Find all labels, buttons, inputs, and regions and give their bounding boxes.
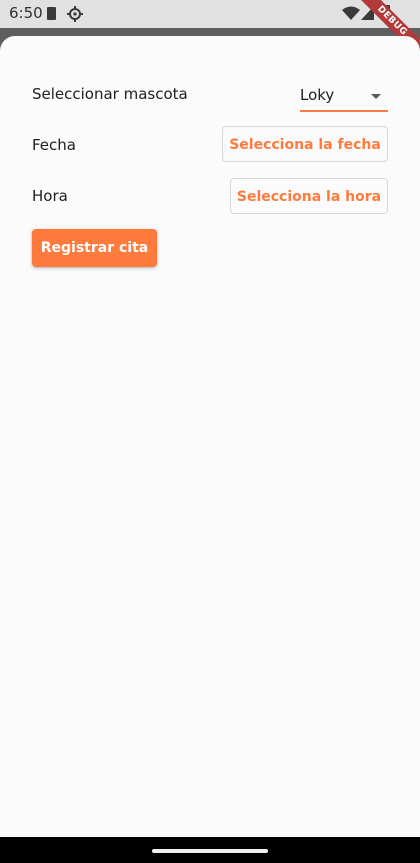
- gear-icon: [67, 6, 83, 22]
- status-time: 6:50: [9, 4, 43, 22]
- chevron-down-icon: [371, 94, 381, 99]
- sd-card-icon: [47, 7, 56, 20]
- pet-label: Seleccionar mascota: [32, 85, 188, 103]
- select-date-button[interactable]: Selecciona la fecha: [222, 126, 388, 162]
- register-appointment-button[interactable]: Registrar cita: [32, 229, 157, 267]
- home-indicator[interactable]: [152, 849, 268, 853]
- select-time-button[interactable]: Selecciona la hora: [230, 178, 388, 214]
- pet-dropdown[interactable]: Loky: [300, 84, 388, 112]
- pet-dropdown-value: Loky: [300, 86, 335, 104]
- navigation-bar: [0, 837, 420, 863]
- status-bar: 6:50: [0, 0, 420, 28]
- date-label: Fecha: [32, 136, 76, 154]
- time-label: Hora: [32, 187, 68, 205]
- wifi-icon: [342, 6, 360, 20]
- form-sheet: Seleccionar mascota Loky Fecha Seleccion…: [0, 36, 420, 837]
